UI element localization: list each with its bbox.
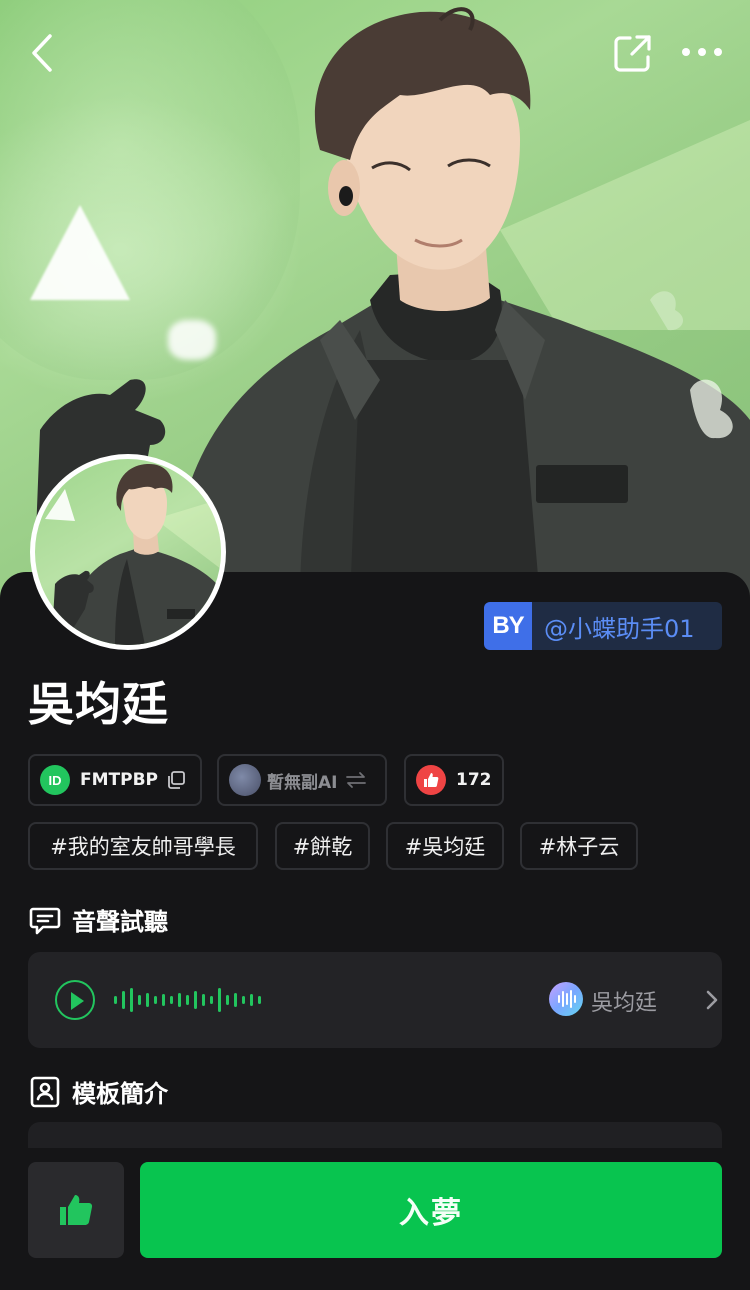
character-id-value: FMTPBP [80, 770, 159, 790]
copy-icon[interactable] [166, 770, 186, 790]
like-button[interactable] [28, 1162, 124, 1258]
voice-avatar-icon [549, 982, 583, 1016]
voice-section-header: 音聲試聽 [28, 902, 168, 937]
creator-handle: @小蝶助手01 [532, 602, 722, 650]
sub-ai-chip[interactable]: 暫無副AI [217, 754, 387, 806]
creator-badge[interactable]: BY @小蝶助手01 [484, 602, 722, 650]
voice-preview-card[interactable]: 吳均廷 [28, 952, 722, 1048]
by-label: BY [484, 602, 532, 650]
more-horizontal-icon [682, 48, 722, 56]
chevron-left-icon [32, 34, 52, 72]
back-button[interactable] [22, 28, 66, 78]
tag-chip[interactable]: #我的室友帥哥學長 [28, 822, 258, 870]
swap-arrows-icon[interactable] [345, 770, 367, 790]
tag-chip[interactable]: #吳均廷 [386, 822, 504, 870]
enter-dream-button[interactable]: 入夢 [140, 1162, 722, 1258]
waveform-icon [114, 988, 261, 1012]
tag-chip[interactable]: #林子云 [520, 822, 638, 870]
character-name: 吳均廷 [28, 677, 169, 731]
sub-ai-label: 暫無副AI [267, 772, 338, 793]
voice-section-title: 音聲試聽 [72, 908, 168, 936]
intro-section-header: 模板簡介 [28, 1074, 168, 1109]
share-external-icon [614, 35, 651, 72]
character-id-chip[interactable]: ID FMTPBP [28, 754, 202, 806]
voice-name: 吳均廷 [591, 991, 658, 1016]
message-square-icon [29, 907, 61, 934]
id-icon: ID [40, 765, 70, 795]
more-options-button[interactable] [676, 30, 728, 76]
thumbs-up-icon [60, 1195, 93, 1225]
chevron-right-icon[interactable] [704, 987, 720, 1013]
intro-section-title: 模板簡介 [72, 1080, 168, 1108]
tag-chip[interactable]: #餅乾 [275, 822, 370, 870]
character-avatar [30, 454, 226, 650]
id-card-icon [30, 1076, 60, 1107]
sub-ai-avatar [229, 764, 261, 796]
likes-chip[interactable]: 172 [404, 754, 504, 806]
likes-count: 172 [456, 770, 492, 790]
thumbs-up-icon [416, 765, 446, 795]
share-button[interactable] [610, 30, 656, 76]
play-circle-icon[interactable] [55, 980, 95, 1020]
